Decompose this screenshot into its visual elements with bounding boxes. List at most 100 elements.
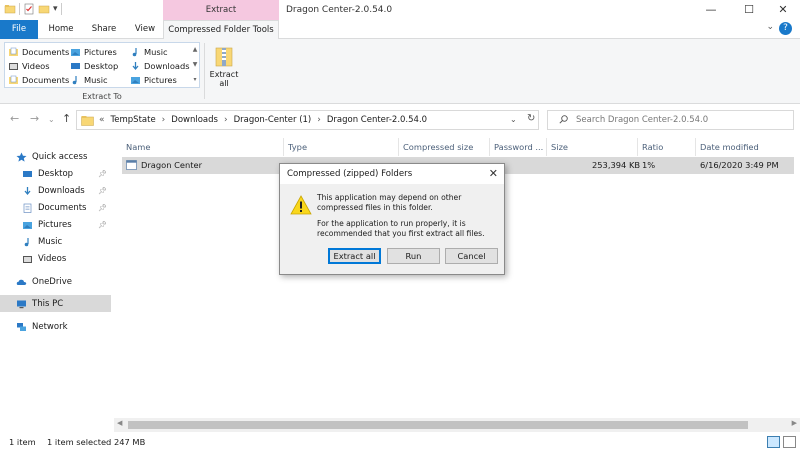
- gallery-scroll-up-icon[interactable]: ▲: [190, 42, 200, 57]
- divider: [60, 3, 62, 15]
- gallery-scroll-down-icon[interactable]: ▼: [190, 57, 200, 72]
- scrollbar-thumb[interactable]: [128, 421, 748, 429]
- gallery-label: Pictures: [84, 46, 117, 57]
- tab-compressed-folder-tools[interactable]: Compressed Folder Tools: [163, 20, 279, 40]
- new-folder-icon[interactable]: [38, 3, 50, 15]
- nav-videos[interactable]: Videos: [0, 250, 111, 267]
- nav-this-pc[interactable]: This PC: [0, 295, 111, 312]
- gallery-expand-icon[interactable]: ▾: [190, 72, 200, 87]
- gallery-label: Pictures: [144, 74, 177, 85]
- pin-icon[interactable]: 📌︎: [98, 221, 107, 229]
- music-icon: [72, 75, 77, 84]
- breadcrumb-separator-icon[interactable]: ›: [317, 115, 321, 125]
- nav-label: Documents: [38, 202, 87, 213]
- address-history-chevron-icon[interactable]: ⌄: [510, 115, 517, 124]
- extract-all-label-2: all: [219, 79, 229, 88]
- recent-locations-chevron-icon[interactable]: ⌄: [48, 115, 55, 124]
- extract-all-button[interactable]: Extract all: [328, 248, 381, 264]
- nav-onedrive[interactable]: OneDrive: [0, 273, 111, 290]
- horizontal-scrollbar[interactable]: ◀ ▶: [114, 418, 800, 432]
- properties-icon[interactable]: [23, 3, 35, 15]
- tab-share[interactable]: Share: [84, 20, 124, 39]
- nav-music[interactable]: Music: [0, 233, 111, 250]
- breadcrumb-separator-icon[interactable]: ›: [224, 115, 228, 125]
- column-header-compressed-size[interactable]: Compressed size: [399, 138, 490, 156]
- extract-to-music[interactable]: Music: [130, 45, 168, 58]
- back-arrow-icon[interactable]: ←: [10, 112, 19, 125]
- nav-label: This PC: [32, 298, 64, 309]
- chevron-down-icon[interactable]: ⌄: [766, 22, 774, 32]
- folder-icon: [4, 5, 16, 14]
- address-bar[interactable]: « TempState › Downloads › Dragon-Center …: [76, 110, 539, 130]
- scroll-right-icon[interactable]: ▶: [792, 419, 797, 427]
- pin-icon[interactable]: 📌︎: [98, 187, 107, 195]
- pictures-icon: [71, 48, 80, 56]
- ribbon: Documents Pictures Music Videos Desktop …: [0, 39, 800, 104]
- up-arrow-icon[interactable]: ↑: [62, 112, 71, 125]
- desktop-icon: [23, 170, 32, 177]
- extract-all-ribbon-button[interactable]: Extract all: [207, 42, 241, 92]
- music-icon: [24, 237, 29, 246]
- nav-desktop[interactable]: Desktop 📌︎: [0, 165, 111, 182]
- nav-pictures[interactable]: Pictures 📌︎: [0, 216, 111, 233]
- minimize-button[interactable]: —: [694, 0, 728, 20]
- tab-file[interactable]: File: [0, 20, 38, 39]
- extract-to-desktop[interactable]: Desktop: [70, 59, 118, 72]
- nav-quick-access[interactable]: Quick access: [0, 148, 111, 165]
- large-icons-view-button[interactable]: [783, 436, 796, 448]
- column-header-date-modified[interactable]: Date modified: [696, 138, 796, 156]
- extract-to-downloads[interactable]: Downloads: [130, 59, 190, 72]
- extract-all-label-1: Extract: [209, 70, 239, 79]
- status-bar: 1 item 1 item selected 247 MB: [0, 432, 800, 452]
- gallery-scroll: ▲ ▼ ▾: [190, 42, 200, 88]
- extract-all-icon: [215, 47, 233, 67]
- extract-to-videos[interactable]: Videos: [8, 59, 50, 72]
- row-date-modified: 6/16/2020 3:49 PM: [700, 160, 779, 170]
- help-icon[interactable]: ?: [779, 22, 792, 35]
- customize-toolbar-icon[interactable]: ▾: [53, 4, 58, 14]
- column-header-name[interactable]: Name: [122, 138, 284, 156]
- column-header-type[interactable]: Type: [284, 138, 399, 156]
- tab-view[interactable]: View: [128, 20, 162, 39]
- breadcrumb-tempstate[interactable]: TempState: [111, 115, 156, 125]
- column-header-password[interactable]: Password ...: [490, 138, 547, 156]
- tab-home[interactable]: Home: [42, 20, 80, 39]
- videos-icon: [23, 255, 32, 263]
- search-input[interactable]: Search Dragon Center-2.0.54.0: [547, 110, 794, 130]
- forward-arrow-icon[interactable]: →: [30, 112, 39, 125]
- extract-to-pictures-2[interactable]: Pictures: [130, 73, 177, 86]
- breadcrumb-downloads[interactable]: Downloads: [171, 115, 218, 125]
- scroll-left-icon[interactable]: ◀: [117, 419, 122, 427]
- nav-label: Desktop: [38, 168, 74, 179]
- pin-icon[interactable]: 📌︎: [98, 170, 107, 178]
- row-size: 253,394 KB: [592, 160, 641, 170]
- extract-to-pictures[interactable]: Pictures: [70, 45, 117, 58]
- title-bar: ▾ Extract Dragon Center-2.0.54.0 — ☐ ✕: [0, 0, 800, 20]
- cancel-button[interactable]: Cancel: [445, 248, 498, 264]
- extract-to-documents-2[interactable]: Documents: [8, 73, 69, 86]
- breadcrumb-separator-icon[interactable]: ›: [162, 115, 166, 125]
- extract-to-documents[interactable]: Documents: [8, 45, 69, 58]
- extract-to-music-2[interactable]: Music: [70, 73, 108, 86]
- extract-to-gallery: Documents Pictures Music Videos Desktop …: [4, 42, 200, 88]
- run-button[interactable]: Run: [387, 248, 440, 264]
- column-header-ratio[interactable]: Ratio: [638, 138, 696, 156]
- details-view-button[interactable]: [767, 436, 780, 448]
- context-tab-group-extract: Extract: [163, 0, 279, 20]
- quick-access-toolbar: ▾: [4, 3, 62, 15]
- column-header-size[interactable]: Size: [547, 138, 638, 156]
- nav-network[interactable]: Network: [0, 318, 111, 335]
- computer-icon: [17, 300, 26, 308]
- close-button[interactable]: ✕: [766, 0, 800, 20]
- pin-icon[interactable]: 📌︎: [98, 204, 107, 212]
- overflow-crumbs-icon[interactable]: «: [99, 115, 105, 125]
- desktop-icon: [71, 62, 80, 69]
- breadcrumb-dragon-center-1[interactable]: Dragon-Center (1): [234, 115, 312, 125]
- nav-downloads[interactable]: Downloads 📌︎: [0, 182, 111, 199]
- refresh-icon[interactable]: ↻: [527, 113, 535, 124]
- nav-documents[interactable]: Documents 📌︎: [0, 199, 111, 216]
- dialog-close-icon[interactable]: ✕: [489, 167, 498, 181]
- breadcrumb-dragon-center-2-0-54-0[interactable]: Dragon Center-2.0.54.0: [327, 115, 427, 125]
- maximize-button[interactable]: ☐: [732, 0, 766, 20]
- star-icon: [16, 152, 27, 162]
